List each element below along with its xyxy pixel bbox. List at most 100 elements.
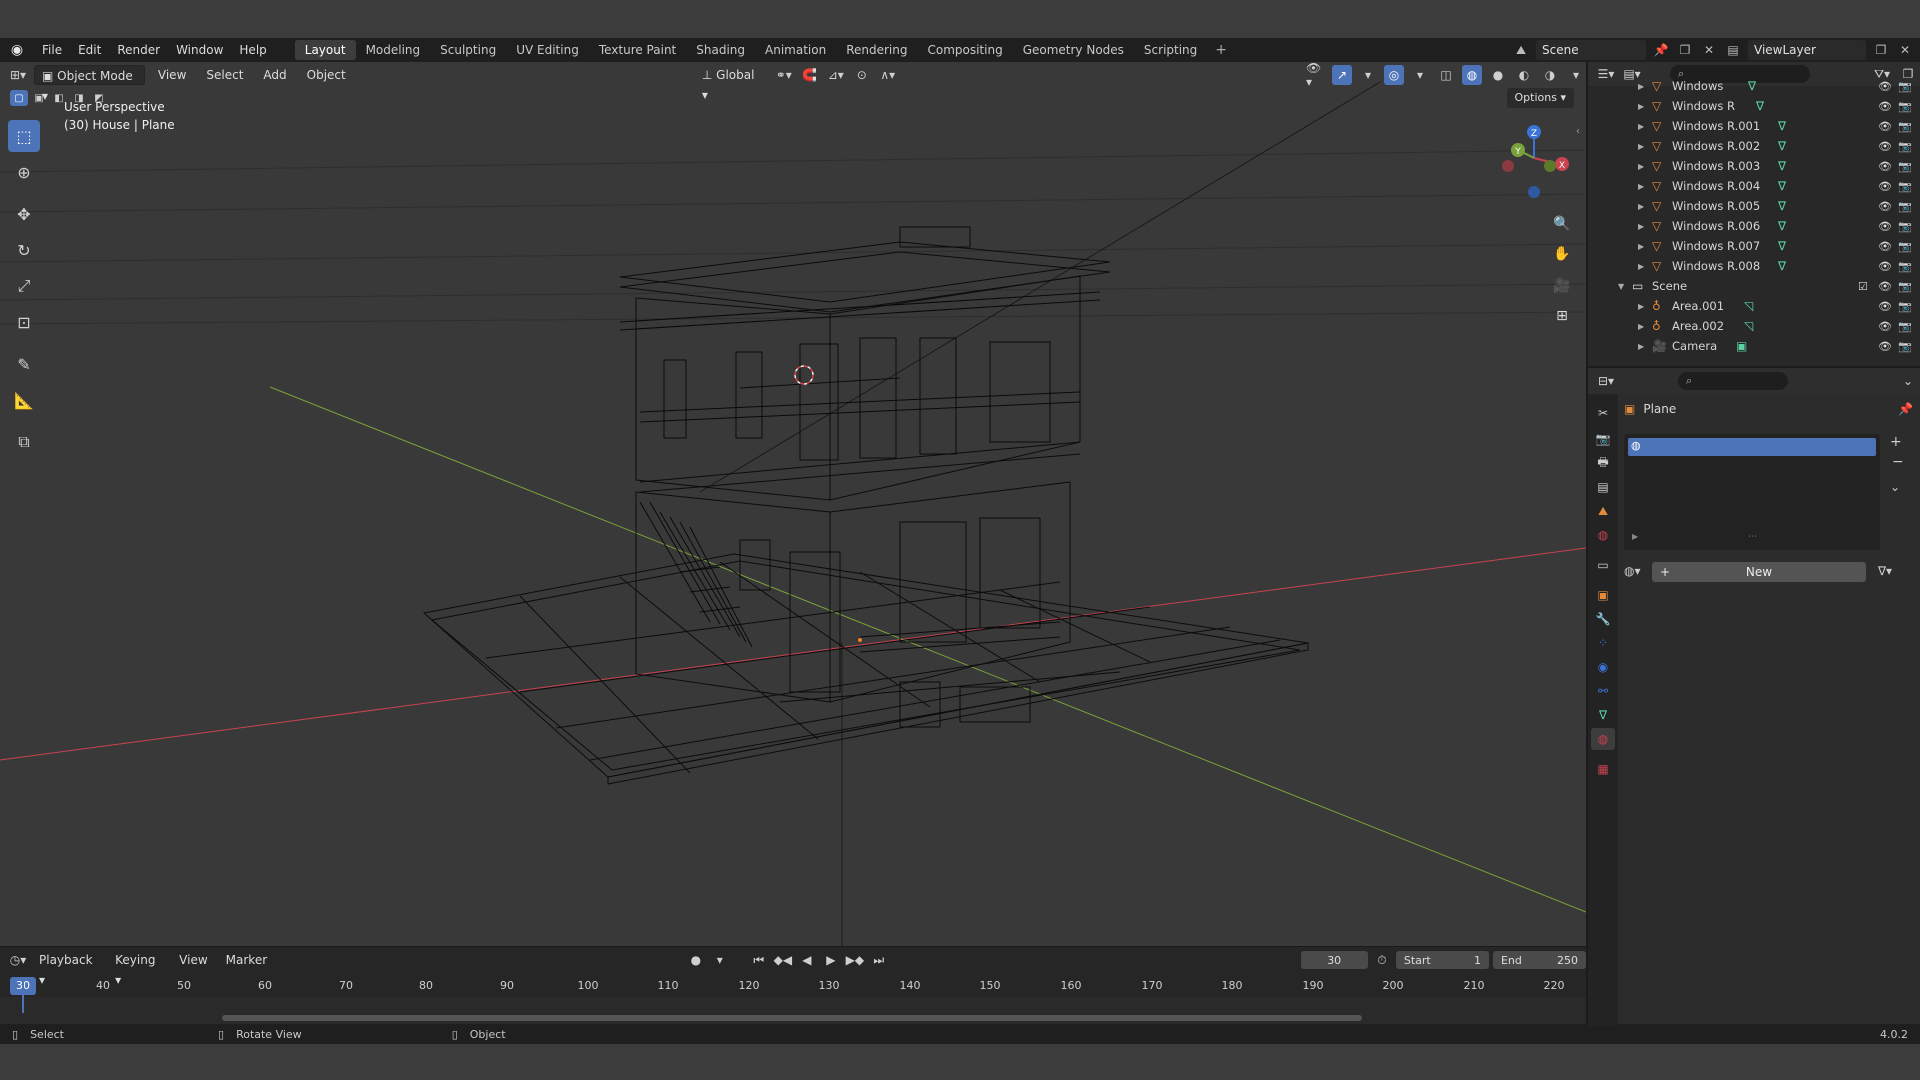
world-tab-icon[interactable]: ◍ <box>1591 524 1615 546</box>
snap-icon[interactable]: 🧲 <box>800 65 820 85</box>
timeline-editor-type-icon[interactable]: ◷▾ <box>8 950 28 970</box>
tab-uv-editing[interactable]: UV Editing <box>506 40 589 60</box>
tab-texture-paint[interactable]: Texture Paint <box>589 40 686 60</box>
tab-compositing[interactable]: Compositing <box>917 40 1012 60</box>
texture-tab-icon[interactable]: ▦ <box>1591 758 1615 780</box>
timeline-ruler[interactable]: 30 40 50 60 70 80 90 100 110 120 130 140… <box>0 977 1586 997</box>
particles-tab-icon[interactable]: ⁘ <box>1591 632 1615 654</box>
xray-icon[interactable]: ◫ <box>1436 65 1456 85</box>
outliner-row[interactable]: ▶ ▽ Windows R.008 ∇ 👁 📷 <box>1588 256 1920 276</box>
scene-selector[interactable]: Scene <box>1536 40 1646 60</box>
outliner-row[interactable]: ▶ ▽ Windows R.002 ∇ 👁 📷 <box>1588 136 1920 156</box>
zoom-icon[interactable]: 🔍 <box>1550 212 1574 236</box>
browse-material-icon[interactable]: ◍▾ <box>1624 564 1641 578</box>
checkbox-icon[interactable]: ☑ <box>1858 280 1868 293</box>
sidebar-toggle-icon[interactable]: ‹ <box>1576 126 1580 137</box>
eye-icon[interactable]: 👁 <box>1878 280 1892 293</box>
eye-icon[interactable]: 👁 <box>1878 300 1892 313</box>
expand-arrow-icon[interactable]: ▶ <box>1638 222 1644 231</box>
expand-arrow-icon[interactable]: ▶ <box>1638 202 1644 211</box>
pan-hand-icon[interactable]: ✋ <box>1550 242 1574 266</box>
tab-scripting[interactable]: Scripting <box>1134 40 1207 60</box>
expand-arrow-icon[interactable]: ▶ <box>1638 342 1644 351</box>
expand-arrow-icon[interactable]: ▶ <box>1638 162 1644 171</box>
eye-icon[interactable]: 👁 <box>1878 120 1892 133</box>
eye-icon[interactable]: 👁 <box>1878 260 1892 273</box>
modifier-tab-icon[interactable]: 🔧 <box>1591 608 1615 630</box>
playhead-line[interactable] <box>22 977 24 1013</box>
jump-end-icon[interactable]: ⏭ <box>869 950 889 970</box>
orientation-selector[interactable]: ⊥ Global ▾ <box>695 65 768 102</box>
new-material-button[interactable]: + New <box>1652 562 1866 582</box>
cursor-tool-icon[interactable]: ⊕ <box>8 156 40 188</box>
end-frame-field[interactable]: End 250 <box>1492 951 1586 969</box>
add-cube-tool-icon[interactable]: ⧉ <box>8 426 40 458</box>
expand-arrow-icon[interactable]: ▶ <box>1638 242 1644 251</box>
menu-file[interactable]: File <box>34 38 70 62</box>
solid-shading-icon[interactable]: ● <box>1488 65 1508 85</box>
pin-icon[interactable]: 📌 <box>1652 41 1670 59</box>
select-box-tool-icon[interactable]: ⬚ <box>8 120 40 152</box>
outliner-row[interactable]: ▶ 🎥 Camera ▣ 👁 📷 <box>1588 336 1920 356</box>
menu-playback[interactable]: Playback ▾ <box>32 950 104 987</box>
select-new-icon[interactable]: ▢ <box>10 90 28 106</box>
camera-render-icon[interactable]: 📷 <box>1898 80 1912 93</box>
next-keyframe-icon[interactable]: ▶◆ <box>845 950 865 970</box>
tool-tab-icon[interactable]: ✂ <box>1591 402 1615 424</box>
menu-render[interactable]: Render <box>109 38 168 62</box>
eye-icon[interactable]: 👁 <box>1878 140 1892 153</box>
tab-shading[interactable]: Shading <box>686 40 755 60</box>
outliner-row[interactable]: ▼ ▭ Scene ☑ 👁 📷 <box>1588 276 1920 296</box>
outliner-row[interactable]: ▶ ▽ Windows ∇ 👁 📷 <box>1588 76 1920 96</box>
material-tab-icon[interactable]: ◍ <box>1591 728 1615 750</box>
resize-handle-icon[interactable]: ⋯ <box>1748 532 1757 542</box>
data-tab-icon[interactable]: ∇ <box>1591 704 1615 726</box>
view-layer-selector[interactable]: ViewLayer <box>1748 40 1866 60</box>
tab-layout[interactable]: Layout <box>294 40 356 60</box>
camera-render-icon[interactable]: 📷 <box>1898 120 1912 133</box>
eye-icon[interactable]: 👁 <box>1878 200 1892 213</box>
collapse-arrow-icon[interactable]: ▼ <box>1618 282 1624 291</box>
expand-arrow-icon[interactable]: ▶ <box>1638 142 1644 151</box>
axis-gizmo[interactable]: Z X Y <box>1496 118 1576 198</box>
editor-type-icon[interactable]: ⊞▾ <box>8 65 28 85</box>
blender-logo-icon[interactable]: ◉ <box>0 38 34 62</box>
overlay-toggle-icon[interactable]: ◎ <box>1384 65 1404 85</box>
camera-render-icon[interactable]: 📷 <box>1898 280 1912 293</box>
properties-editor-type-icon[interactable]: ⊟▾ <box>1596 371 1616 391</box>
outliner-row[interactable]: ▶ ♁ Area.001 ◹ 👁 📷 <box>1588 296 1920 316</box>
menu-object[interactable]: Object <box>300 65 353 85</box>
select-extend-icon[interactable]: ▣ <box>30 90 48 106</box>
timeline-scrollbar[interactable] <box>222 1015 1362 1021</box>
pivot-icon[interactable]: ⚭▾ <box>774 65 794 85</box>
menu-add[interactable]: Add <box>256 65 293 85</box>
perspective-toggle-icon[interactable]: ⊞ <box>1550 304 1574 328</box>
add-slot-icon[interactable]: + <box>1890 434 1902 450</box>
camera-render-icon[interactable]: 📷 <box>1898 160 1912 173</box>
expand-arrow-icon[interactable]: ▶ <box>1638 302 1644 311</box>
properties-search-input[interactable]: ⌕ <box>1678 372 1788 390</box>
menu-marker[interactable]: Marker <box>219 950 274 970</box>
record-menu-icon[interactable]: ▾ <box>710 950 730 970</box>
camera-render-icon[interactable]: 📷 <box>1898 300 1912 313</box>
scene-icon[interactable]: ⛰ <box>1512 41 1530 59</box>
outliner-row[interactable]: ▶ ♁ Area.002 ◹ 👁 📷 <box>1588 316 1920 336</box>
eye-icon[interactable]: 👁 <box>1878 220 1892 233</box>
gizmo-menu-icon[interactable]: ▾ <box>1358 65 1378 85</box>
expand-arrow-icon[interactable]: ▶ <box>1638 182 1644 191</box>
move-tool-icon[interactable]: ✥ <box>8 198 40 230</box>
3d-viewport[interactable]: ⊞▾ ▣ Object Mode ▾ View Select Add Objec… <box>0 62 1586 946</box>
object-tab-icon[interactable]: ▣ <box>1591 584 1615 606</box>
new-view-layer-icon[interactable]: ❐ <box>1872 41 1890 59</box>
render-tab-icon[interactable]: 📷 <box>1591 428 1615 450</box>
expand-arrow-icon[interactable]: ▶ <box>1638 82 1644 91</box>
eye-icon[interactable]: 👁 <box>1878 100 1892 113</box>
rotate-tool-icon[interactable]: ↻ <box>8 234 40 266</box>
eye-icon[interactable]: 👁 <box>1878 160 1892 173</box>
expand-arrow-icon[interactable]: ▶ <box>1638 102 1644 111</box>
transform-tool-icon[interactable]: ⊡ <box>8 306 40 338</box>
add-workspace-icon[interactable]: + <box>1207 42 1235 58</box>
navigation-gizmo[interactable]: Z X Y 🔍 ✋ <box>1496 118 1576 268</box>
material-slot-list[interactable]: ◍ ▶ ⋯ <box>1624 434 1880 550</box>
camera-render-icon[interactable]: 📷 <box>1898 240 1912 253</box>
